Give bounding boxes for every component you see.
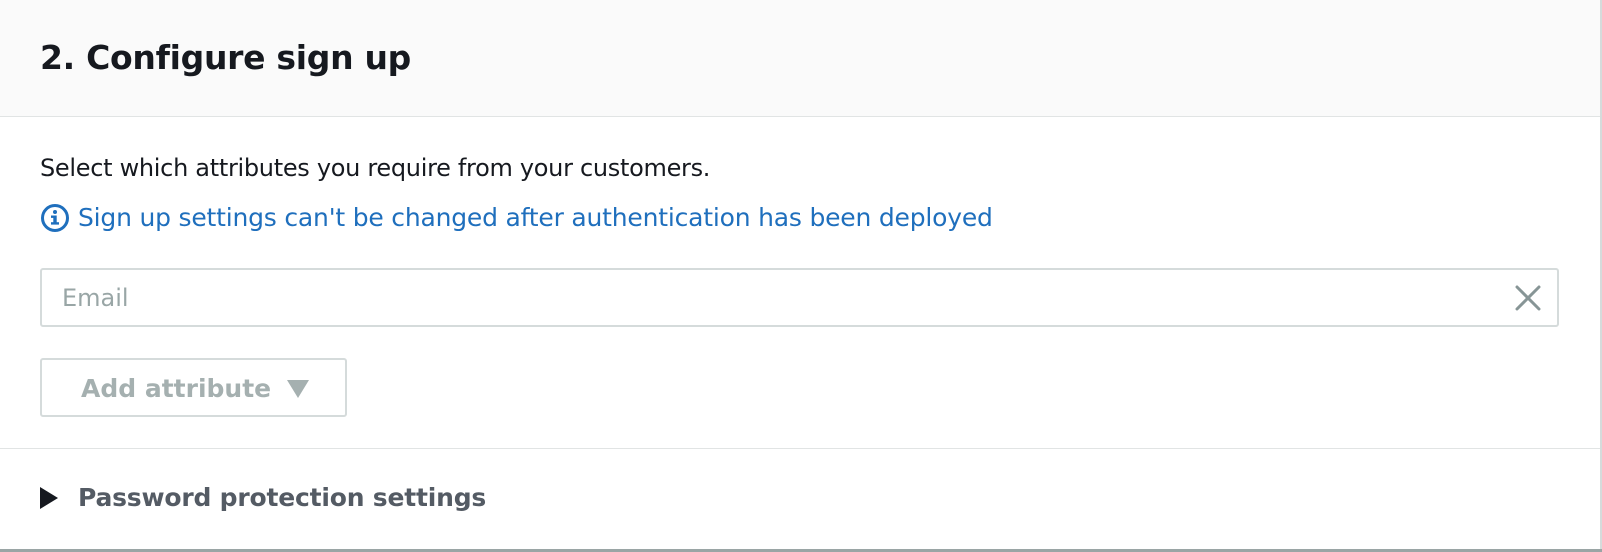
- configure-sign-up-panel: 2. Configure sign up Select which attrib…: [0, 0, 1602, 552]
- email-attribute-placeholder: Email: [62, 284, 129, 312]
- email-attribute-field[interactable]: Email: [40, 268, 1559, 327]
- add-attribute-label: Add attribute: [81, 374, 272, 403]
- panel-header: 2. Configure sign up: [0, 0, 1600, 117]
- panel-description: Select which attributes you require from…: [40, 154, 711, 182]
- password-protection-expander[interactable]: Password protection settings: [40, 478, 486, 518]
- info-message-text: Sign up settings can't be changed after …: [78, 203, 993, 232]
- info-message: Sign up settings can't be changed after …: [40, 200, 993, 236]
- add-attribute-button[interactable]: Add attribute: [40, 358, 347, 417]
- panel-title: 2. Configure sign up: [40, 38, 411, 77]
- caret-down-icon: [287, 380, 309, 398]
- section-divider: [0, 448, 1600, 449]
- password-protection-label: Password protection settings: [78, 483, 487, 512]
- info-circle-icon: [40, 203, 70, 233]
- caret-right-icon: [40, 487, 58, 509]
- close-icon[interactable]: [1513, 283, 1543, 313]
